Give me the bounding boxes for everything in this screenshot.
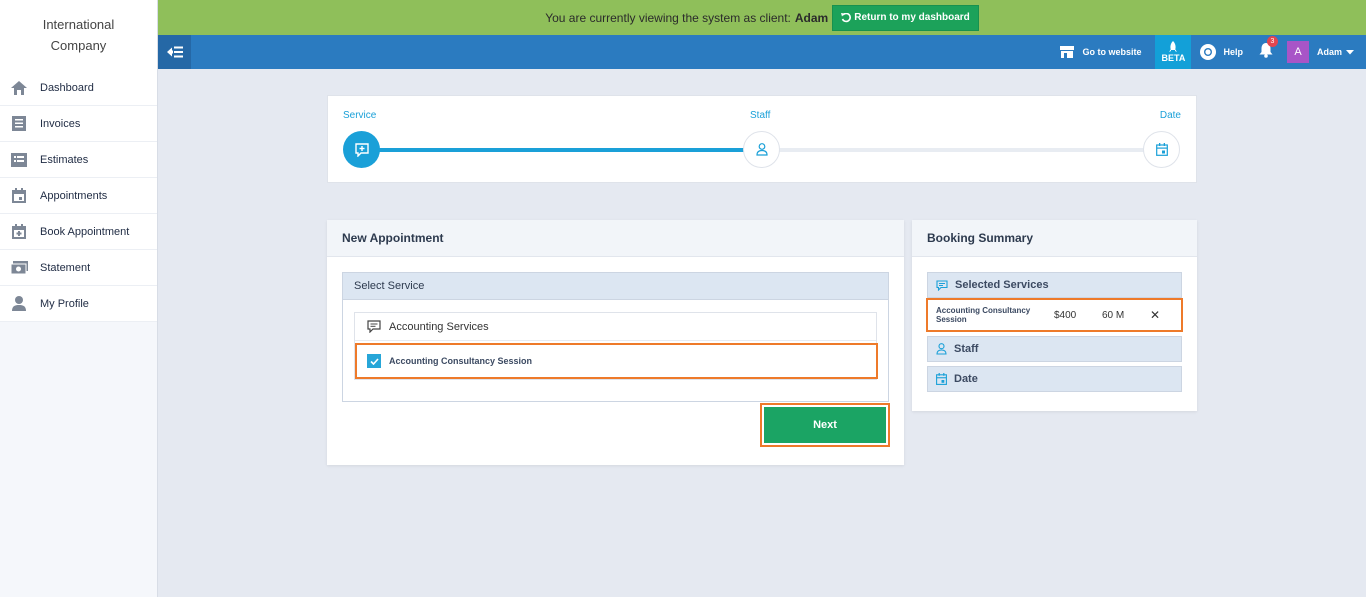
new-appointment-title: New Appointment — [327, 220, 904, 257]
date-summary-label: Date — [954, 373, 978, 385]
service-option[interactable]: Accounting Consultancy Session — [355, 343, 878, 379]
avatar[interactable]: A — [1286, 41, 1309, 63]
message-icon — [936, 279, 948, 291]
store-icon — [1060, 46, 1075, 58]
calendar-icon — [936, 373, 947, 385]
sidebar-item-label: Dashboard — [40, 81, 94, 94]
step-label-staff: Staff — [750, 110, 771, 121]
return-to-dashboard-label: Return to my dashboard — [854, 12, 970, 23]
sidebar-item-label: Book Appointment — [40, 225, 130, 238]
sidebar-item-my-profile[interactable]: My Profile — [0, 286, 157, 322]
step-staff[interactable] — [743, 131, 780, 168]
lifebuoy-icon — [1200, 44, 1217, 60]
step-service[interactable] — [343, 131, 380, 168]
company-name: International Company — [0, 0, 157, 70]
home-icon — [10, 79, 28, 97]
sidebar-item-book-appointment[interactable]: Book Appointment — [0, 214, 157, 250]
money-icon — [10, 259, 28, 277]
service-checkbox[interactable] — [367, 354, 381, 368]
sidebar-item-estimates[interactable]: Estimates — [0, 142, 157, 178]
selected-service-item: Accounting Consultancy Session $400 60 M… — [926, 298, 1183, 332]
sidebar-nav: Dashboard Invoices Estimates Appointment… — [0, 70, 157, 322]
booking-summary-title: Booking Summary — [912, 220, 1197, 257]
user-name: Adam — [1316, 47, 1342, 57]
help-label: Help — [1223, 47, 1243, 57]
service-group: Accounting Services Accounting Consultan… — [354, 312, 878, 380]
selected-services-header: Selected Services — [927, 272, 1182, 298]
selected-services-label: Selected Services — [955, 279, 1049, 291]
rocket-icon — [1169, 41, 1178, 52]
staff-summary-label: Staff — [954, 343, 979, 355]
new-appointment-panel: New Appointment Select Service Accountin… — [327, 220, 904, 465]
user-icon — [755, 143, 768, 156]
estimate-icon — [10, 151, 28, 169]
notifications-button[interactable]: 3 — [1259, 35, 1278, 63]
beta-button[interactable]: BETA — [1155, 35, 1192, 69]
calendar-icon — [10, 187, 28, 205]
user-menu-button[interactable]: Adam — [1317, 47, 1354, 57]
invoice-icon — [10, 115, 28, 133]
sidebar-item-label: My Profile — [40, 297, 89, 310]
calendar-icon — [1155, 143, 1168, 156]
select-service-header: Select Service — [343, 273, 888, 300]
user-icon — [936, 343, 947, 355]
notifications-badge: 3 — [1266, 35, 1278, 47]
select-service-box: Select Service Accounting Services Accou… — [342, 272, 889, 402]
beta-label: BETA — [1161, 53, 1186, 63]
calendar-plus-icon — [10, 223, 28, 241]
sidebar-item-appointments[interactable]: Appointments — [0, 178, 157, 214]
sidebar-item-label: Statement — [40, 261, 91, 274]
sidebar-item-dashboard[interactable]: Dashboard — [0, 70, 157, 106]
caret-down-icon — [1346, 49, 1354, 54]
next-button-highlight: Next — [760, 403, 890, 447]
sidebar-item-statement[interactable]: Statement — [0, 250, 157, 286]
top-bar-actions: Go to website BETA Help 3 A Adam — [1060, 35, 1354, 69]
step-date[interactable] — [1143, 131, 1180, 168]
stepper-progress — [362, 148, 762, 152]
check-icon — [369, 357, 379, 365]
banner-text: You are currently viewing the system as … — [545, 10, 791, 25]
selected-service-price: $400 — [1054, 309, 1077, 321]
user-icon — [10, 295, 28, 313]
banner-client-name: Adam — [794, 10, 829, 25]
collapse-menu-icon — [166, 46, 183, 58]
next-button[interactable]: Next — [764, 407, 886, 443]
service-group-name: Accounting Services — [389, 320, 489, 333]
booking-stepper: Service Staff Date — [327, 95, 1197, 183]
booking-summary-panel: Booking Summary Selected Services Accoun… — [912, 220, 1197, 411]
go-to-website-link[interactable]: Go to website — [1060, 46, 1141, 58]
selected-service-name: Accounting Consultancy Session — [936, 306, 1031, 324]
sidebar-item-label: Invoices — [40, 117, 81, 130]
step-label-date: Date — [1159, 110, 1181, 121]
service-group-header[interactable]: Accounting Services — [355, 313, 876, 341]
service-step-icon — [354, 142, 369, 157]
selected-service-duration: 60 M — [1102, 309, 1125, 321]
go-to-website-label: Go to website — [1082, 47, 1142, 57]
sidebar-toggle-button[interactable] — [158, 35, 191, 69]
sidebar-item-label: Appointments — [40, 189, 108, 202]
sidebar: International Company Dashboard Invoices… — [0, 0, 158, 597]
return-to-dashboard-button[interactable]: Return to my dashboard — [832, 4, 979, 31]
date-summary-row: Date — [927, 366, 1182, 392]
help-link[interactable]: Help — [1199, 43, 1243, 61]
message-icon — [367, 320, 381, 333]
client-view-banner: You are currently viewing the system as … — [158, 0, 1366, 35]
sidebar-item-invoices[interactable]: Invoices — [0, 106, 157, 142]
undo-icon — [841, 12, 852, 22]
top-bar: Go to website BETA Help 3 A Adam — [158, 35, 1366, 69]
remove-service-button[interactable]: ✕ — [1150, 308, 1160, 322]
service-option-name: Accounting Consultancy Session — [389, 356, 533, 366]
sidebar-item-label: Estimates — [40, 153, 89, 166]
staff-summary-row: Staff — [927, 336, 1182, 362]
step-label-service: Service — [343, 110, 377, 121]
